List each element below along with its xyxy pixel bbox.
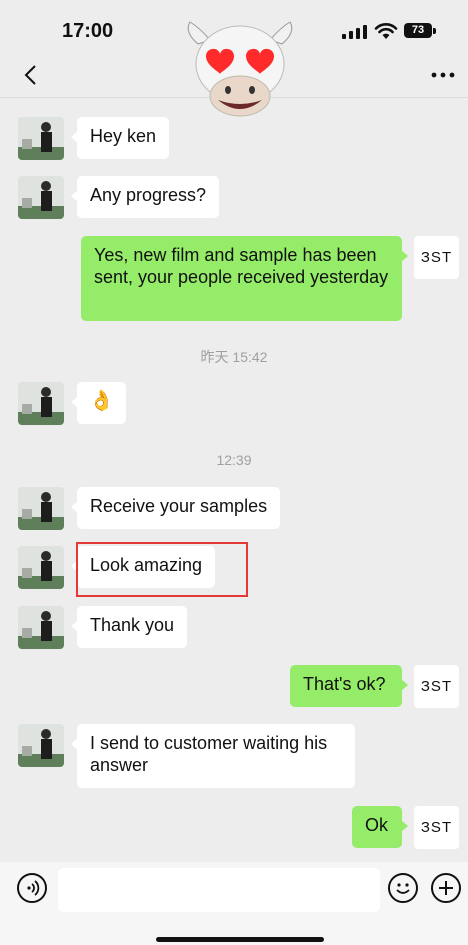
- contact-avatar[interactable]: [18, 724, 64, 767]
- timestamp: 昨天 15:42: [200, 349, 268, 365]
- outgoing-message-bubble[interactable]: Ok: [352, 806, 408, 848]
- smiley-icon: [396, 883, 410, 894]
- home-indicator: [156, 937, 324, 942]
- heart-eyes-cow-sticker: [187, 21, 293, 117]
- more-dots-icon[interactable]: [430, 63, 456, 87]
- input-bar: [0, 862, 468, 945]
- chevron-left-icon[interactable]: [20, 63, 44, 87]
- outgoing-message-bubble[interactable]: Yes, new film and sample has been sent, …: [81, 236, 408, 321]
- contact-avatar[interactable]: [18, 606, 64, 649]
- incoming-message-bubble[interactable]: Hey ken: [70, 117, 170, 159]
- voice-icon: [27, 880, 40, 896]
- emoji-button[interactable]: [388, 873, 418, 903]
- contact-avatar[interactable]: [18, 176, 64, 219]
- add-attachment-button[interactable]: [431, 873, 461, 903]
- wifi-icon: [374, 23, 398, 39]
- incoming-message-bubble[interactable]: 👌: [71, 382, 126, 424]
- incoming-message-bubble[interactable]: I send to customer waiting his answer: [71, 724, 355, 788]
- my-avatar[interactable]: ЗST: [414, 665, 459, 708]
- battery-tip: [433, 28, 436, 34]
- highlight-box: [76, 542, 248, 597]
- contact-avatar[interactable]: [18, 382, 64, 425]
- incoming-message-bubble[interactable]: Receive your samples: [70, 487, 281, 529]
- incoming-message-bubble[interactable]: Thank you: [70, 606, 188, 648]
- my-avatar[interactable]: ЗST: [414, 806, 459, 849]
- battery-icon: 73: [404, 23, 432, 38]
- voice-input-button[interactable]: [17, 873, 47, 903]
- outgoing-message-bubble[interactable]: That's ok?: [290, 665, 408, 707]
- message-input[interactable]: [58, 868, 380, 912]
- incoming-message-bubble[interactable]: Any progress?: [70, 176, 220, 218]
- contact-avatar[interactable]: [18, 487, 64, 530]
- contact-avatar[interactable]: [18, 117, 64, 160]
- my-avatar[interactable]: ЗST: [414, 236, 459, 279]
- contact-avatar[interactable]: [18, 546, 64, 589]
- plus-icon: [439, 881, 453, 895]
- cellular-signal-icon: [342, 25, 367, 39]
- timestamp: 12:39: [216, 452, 252, 468]
- status-time: 17:00: [62, 20, 114, 42]
